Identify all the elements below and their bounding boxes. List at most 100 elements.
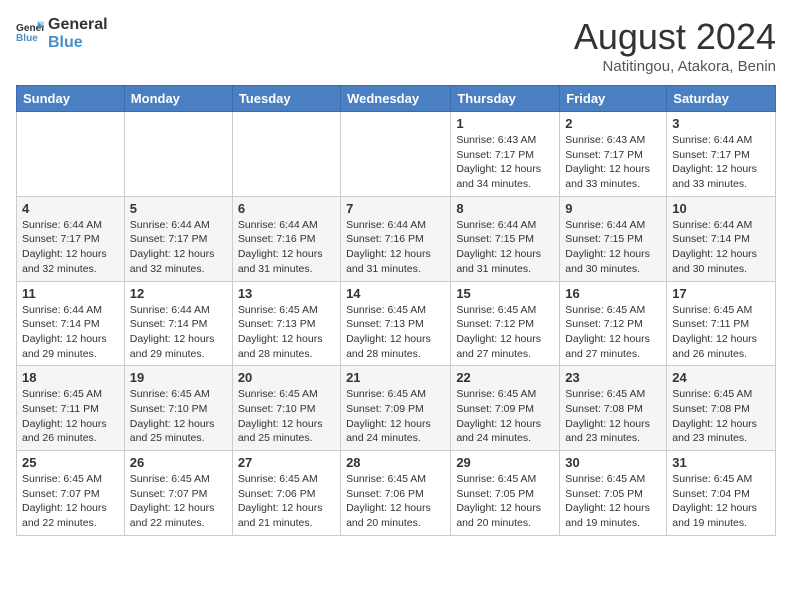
day-cell: 30 Sunrise: 6:45 AM Sunset: 7:05 PM Dayli… <box>560 451 667 536</box>
week-row-4: 18 Sunrise: 6:45 AM Sunset: 7:11 PM Dayli… <box>17 366 776 451</box>
day-cell <box>124 112 232 197</box>
day-info: Sunrise: 6:44 AM Sunset: 7:15 PM Dayligh… <box>456 218 554 277</box>
day-info: Sunrise: 6:45 AM Sunset: 7:11 PM Dayligh… <box>22 387 119 446</box>
logo-general: General <box>48 16 108 34</box>
calendar-table: SundayMondayTuesdayWednesdayThursdayFrid… <box>16 85 776 536</box>
header-cell-monday: Monday <box>124 86 232 112</box>
day-number: 18 <box>22 370 119 385</box>
day-cell: 17 Sunrise: 6:45 AM Sunset: 7:11 PM Dayli… <box>667 281 776 366</box>
logo-blue: Blue <box>48 34 108 52</box>
day-number: 31 <box>672 455 770 470</box>
day-info: Sunrise: 6:44 AM Sunset: 7:15 PM Dayligh… <box>565 218 661 277</box>
day-number: 16 <box>565 286 661 301</box>
day-cell: 29 Sunrise: 6:45 AM Sunset: 7:05 PM Dayli… <box>451 451 560 536</box>
day-info: Sunrise: 6:44 AM Sunset: 7:17 PM Dayligh… <box>22 218 119 277</box>
day-cell: 12Sunrise: 6:44 AM Sunset: 7:14 PM Dayli… <box>124 281 232 366</box>
calendar-body: 1 Sunrise: 6:43 AM Sunset: 7:17 PM Daylig… <box>17 112 776 536</box>
day-info: Sunrise: 6:45 AM Sunset: 7:12 PM Dayligh… <box>456 303 554 362</box>
day-number: 29 <box>456 455 554 470</box>
title-block: August 2024 Natitingou, Atakora, Benin <box>574 16 776 75</box>
day-info: Sunrise: 6:43 AM Sunset: 7:17 PM Dayligh… <box>456 133 554 192</box>
day-number: 9 <box>565 201 661 216</box>
day-info: Sunrise: 6:45 AM Sunset: 7:06 PM Dayligh… <box>346 472 445 531</box>
day-info: Sunrise: 6:45 AM Sunset: 7:05 PM Dayligh… <box>456 472 554 531</box>
day-info: Sunrise: 6:45 AM Sunset: 7:09 PM Dayligh… <box>456 387 554 446</box>
day-info: Sunrise: 6:45 AM Sunset: 7:12 PM Dayligh… <box>565 303 661 362</box>
day-number: 6 <box>238 201 335 216</box>
day-number: 3 <box>672 116 770 131</box>
day-cell: 21 Sunrise: 6:45 AM Sunset: 7:09 PM Dayli… <box>341 366 451 451</box>
day-number: 25 <box>22 455 119 470</box>
week-row-3: 11Sunrise: 6:44 AM Sunset: 7:14 PM Dayli… <box>17 281 776 366</box>
day-cell: 20 Sunrise: 6:45 AM Sunset: 7:10 PM Dayli… <box>232 366 340 451</box>
day-info: Sunrise: 6:45 AM Sunset: 7:10 PM Dayligh… <box>130 387 227 446</box>
day-info: Sunrise: 6:45 AM Sunset: 7:07 PM Dayligh… <box>22 472 119 531</box>
day-number: 1 <box>456 116 554 131</box>
week-row-1: 1 Sunrise: 6:43 AM Sunset: 7:17 PM Daylig… <box>17 112 776 197</box>
day-number: 5 <box>130 201 227 216</box>
day-info: Sunrise: 6:45 AM Sunset: 7:13 PM Dayligh… <box>346 303 445 362</box>
week-row-2: 4 Sunrise: 6:44 AM Sunset: 7:17 PM Daylig… <box>17 196 776 281</box>
day-info: Sunrise: 6:43 AM Sunset: 7:17 PM Dayligh… <box>565 133 661 192</box>
day-cell: 6Sunrise: 6:44 AM Sunset: 7:16 PM Daylig… <box>232 196 340 281</box>
day-number: 27 <box>238 455 335 470</box>
day-info: Sunrise: 6:45 AM Sunset: 7:13 PM Dayligh… <box>238 303 335 362</box>
day-cell: 3Sunrise: 6:44 AM Sunset: 7:17 PM Daylig… <box>667 112 776 197</box>
day-cell: 14 Sunrise: 6:45 AM Sunset: 7:13 PM Dayli… <box>341 281 451 366</box>
week-row-5: 25 Sunrise: 6:45 AM Sunset: 7:07 PM Dayli… <box>17 451 776 536</box>
day-info: Sunrise: 6:45 AM Sunset: 7:08 PM Dayligh… <box>672 387 770 446</box>
day-info: Sunrise: 6:45 AM Sunset: 7:08 PM Dayligh… <box>565 387 661 446</box>
month-year: August 2024 <box>574 16 776 58</box>
day-cell: 4 Sunrise: 6:44 AM Sunset: 7:17 PM Daylig… <box>17 196 125 281</box>
day-cell: 1 Sunrise: 6:43 AM Sunset: 7:17 PM Daylig… <box>451 112 560 197</box>
day-cell: 13 Sunrise: 6:45 AM Sunset: 7:13 PM Dayli… <box>232 281 340 366</box>
day-number: 8 <box>456 201 554 216</box>
header-cell-saturday: Saturday <box>667 86 776 112</box>
day-info: Sunrise: 6:45 AM Sunset: 7:06 PM Dayligh… <box>238 472 335 531</box>
day-number: 4 <box>22 201 119 216</box>
header-cell-sunday: Sunday <box>17 86 125 112</box>
day-number: 17 <box>672 286 770 301</box>
day-cell: 16 Sunrise: 6:45 AM Sunset: 7:12 PM Dayli… <box>560 281 667 366</box>
day-info: Sunrise: 6:44 AM Sunset: 7:14 PM Dayligh… <box>672 218 770 277</box>
day-info: Sunrise: 6:44 AM Sunset: 7:14 PM Dayligh… <box>22 303 119 362</box>
day-info: Sunrise: 6:44 AM Sunset: 7:16 PM Dayligh… <box>346 218 445 277</box>
day-number: 19 <box>130 370 227 385</box>
day-info: Sunrise: 6:45 AM Sunset: 7:11 PM Dayligh… <box>672 303 770 362</box>
day-cell: 28 Sunrise: 6:45 AM Sunset: 7:06 PM Dayli… <box>341 451 451 536</box>
day-cell: 8 Sunrise: 6:44 AM Sunset: 7:15 PM Daylig… <box>451 196 560 281</box>
day-number: 24 <box>672 370 770 385</box>
day-cell: 24 Sunrise: 6:45 AM Sunset: 7:08 PM Dayli… <box>667 366 776 451</box>
day-number: 22 <box>456 370 554 385</box>
day-cell: 22 Sunrise: 6:45 AM Sunset: 7:09 PM Dayli… <box>451 366 560 451</box>
day-number: 30 <box>565 455 661 470</box>
day-cell: 11Sunrise: 6:44 AM Sunset: 7:14 PM Dayli… <box>17 281 125 366</box>
day-cell: 10Sunrise: 6:44 AM Sunset: 7:14 PM Dayli… <box>667 196 776 281</box>
day-cell: 9 Sunrise: 6:44 AM Sunset: 7:15 PM Daylig… <box>560 196 667 281</box>
day-cell: 25 Sunrise: 6:45 AM Sunset: 7:07 PM Dayli… <box>17 451 125 536</box>
day-cell <box>232 112 340 197</box>
day-info: Sunrise: 6:45 AM Sunset: 7:04 PM Dayligh… <box>672 472 770 531</box>
logo: General Blue General Blue <box>16 16 108 51</box>
day-cell: 26Sunrise: 6:45 AM Sunset: 7:07 PM Dayli… <box>124 451 232 536</box>
header-row: SundayMondayTuesdayWednesdayThursdayFrid… <box>17 86 776 112</box>
day-number: 14 <box>346 286 445 301</box>
day-info: Sunrise: 6:45 AM Sunset: 7:07 PM Dayligh… <box>130 472 227 531</box>
logo-icon: General Blue <box>16 20 44 48</box>
day-cell <box>17 112 125 197</box>
header-cell-friday: Friday <box>560 86 667 112</box>
day-number: 21 <box>346 370 445 385</box>
day-cell: 18 Sunrise: 6:45 AM Sunset: 7:11 PM Dayli… <box>17 366 125 451</box>
day-number: 13 <box>238 286 335 301</box>
day-number: 12 <box>130 286 227 301</box>
location: Natitingou, Atakora, Benin <box>574 58 776 75</box>
header-cell-tuesday: Tuesday <box>232 86 340 112</box>
day-info: Sunrise: 6:45 AM Sunset: 7:05 PM Dayligh… <box>565 472 661 531</box>
day-info: Sunrise: 6:45 AM Sunset: 7:09 PM Dayligh… <box>346 387 445 446</box>
day-info: Sunrise: 6:45 AM Sunset: 7:10 PM Dayligh… <box>238 387 335 446</box>
day-number: 20 <box>238 370 335 385</box>
day-cell <box>341 112 451 197</box>
header-cell-wednesday: Wednesday <box>341 86 451 112</box>
day-number: 28 <box>346 455 445 470</box>
day-cell: 7Sunrise: 6:44 AM Sunset: 7:16 PM Daylig… <box>341 196 451 281</box>
